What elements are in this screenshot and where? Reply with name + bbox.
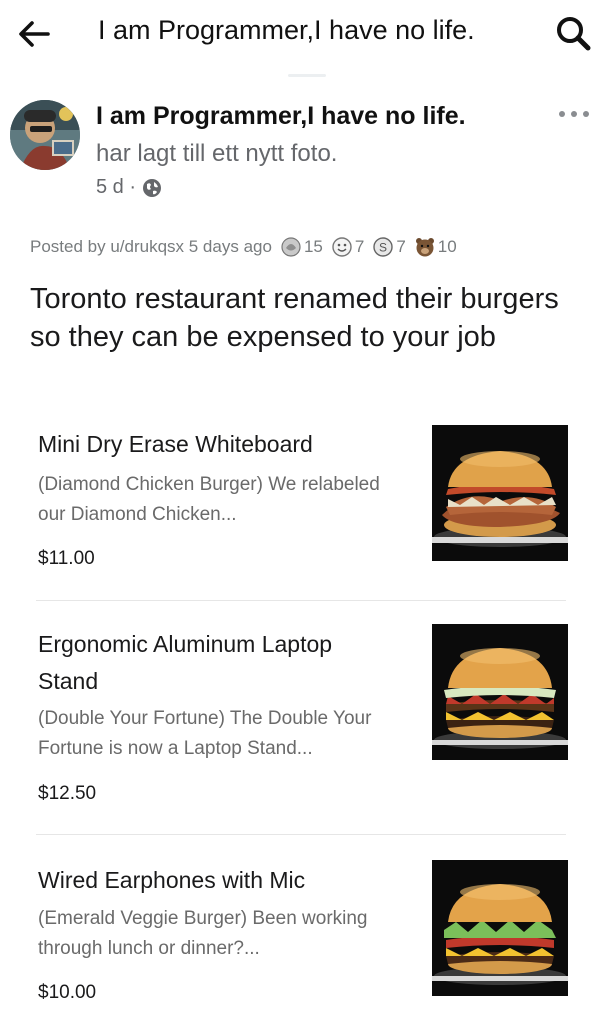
divider bbox=[288, 74, 326, 77]
item-name: Ergonomic Aluminum Laptop Stand bbox=[38, 631, 333, 694]
page-title: I am Programmer,I have no life. bbox=[98, 15, 475, 45]
item-price: $12.50 bbox=[38, 783, 97, 804]
item-description: (Double Your Fortune) The Double Your Fo… bbox=[38, 708, 372, 759]
item-price: $10.00 bbox=[38, 982, 97, 1003]
award-count: 15 bbox=[303, 237, 323, 256]
post-header: I am Programmer,I have no life. har lagt… bbox=[0, 92, 612, 212]
item-name: Wired Earphones with Mic bbox=[38, 867, 306, 893]
more-horizontal-icon bbox=[559, 111, 589, 117]
posted-by-text: Posted by u/drukqsx 5 days ago bbox=[30, 237, 272, 256]
menu-item[interactable]: Ergonomic Aluminum Laptop Stand (Double … bbox=[0, 620, 612, 834]
globe-icon bbox=[143, 178, 162, 197]
award: S 7 bbox=[372, 236, 406, 258]
award-count: 10 bbox=[437, 237, 457, 256]
item-price: $11.00 bbox=[38, 548, 95, 569]
item-description: (Diamond Chicken Burger) We relabeled ou… bbox=[38, 474, 380, 525]
coin-award-icon: S bbox=[373, 237, 394, 257]
posted-by: Posted by u/drukqsx 5 days ago 15 7 S 7 … bbox=[30, 236, 457, 258]
silver-award-icon bbox=[281, 237, 301, 257]
search-button[interactable] bbox=[548, 10, 598, 56]
divider bbox=[36, 834, 566, 835]
item-name: Mini Dry Erase Whiteboard bbox=[38, 431, 313, 457]
avatar-image bbox=[10, 100, 80, 170]
menu-item[interactable]: Wired Earphones with Mic (Emerald Veggie… bbox=[0, 856, 612, 1016]
back-button[interactable] bbox=[14, 14, 54, 54]
item-description: (Emerald Veggie Burger) Been working thr… bbox=[38, 908, 368, 959]
page-name[interactable]: I am Programmer,I have no life. bbox=[96, 102, 466, 131]
post-meta: 5 d · bbox=[96, 176, 162, 199]
search-icon bbox=[557, 17, 591, 51]
award-count: 7 bbox=[354, 237, 365, 256]
award-count: 7 bbox=[396, 237, 406, 256]
menu-item[interactable]: Mini Dry Erase Whiteboard (Diamond Chick… bbox=[0, 420, 612, 600]
svg-text:S: S bbox=[379, 241, 387, 255]
wholesome-award-icon bbox=[332, 237, 352, 257]
divider bbox=[36, 600, 566, 601]
award: 15 bbox=[280, 236, 323, 258]
avatar[interactable] bbox=[10, 100, 80, 170]
burger-image bbox=[432, 425, 568, 561]
arrow-left-icon bbox=[19, 21, 50, 47]
award: 7 bbox=[331, 236, 364, 258]
award: 10 bbox=[414, 236, 457, 258]
more-options-button[interactable] bbox=[552, 102, 596, 126]
post-subtitle: har lagt till ett nytt foto. bbox=[96, 140, 338, 167]
burger-image bbox=[432, 624, 568, 760]
post-time[interactable]: 5 d · bbox=[96, 176, 136, 199]
burger-image bbox=[432, 860, 568, 996]
bear-award-icon bbox=[415, 238, 434, 257]
post-headline: Toronto restaurant renamed their burgers… bbox=[30, 283, 559, 353]
top-bar: I am Programmer,I have no life. bbox=[0, 0, 612, 70]
